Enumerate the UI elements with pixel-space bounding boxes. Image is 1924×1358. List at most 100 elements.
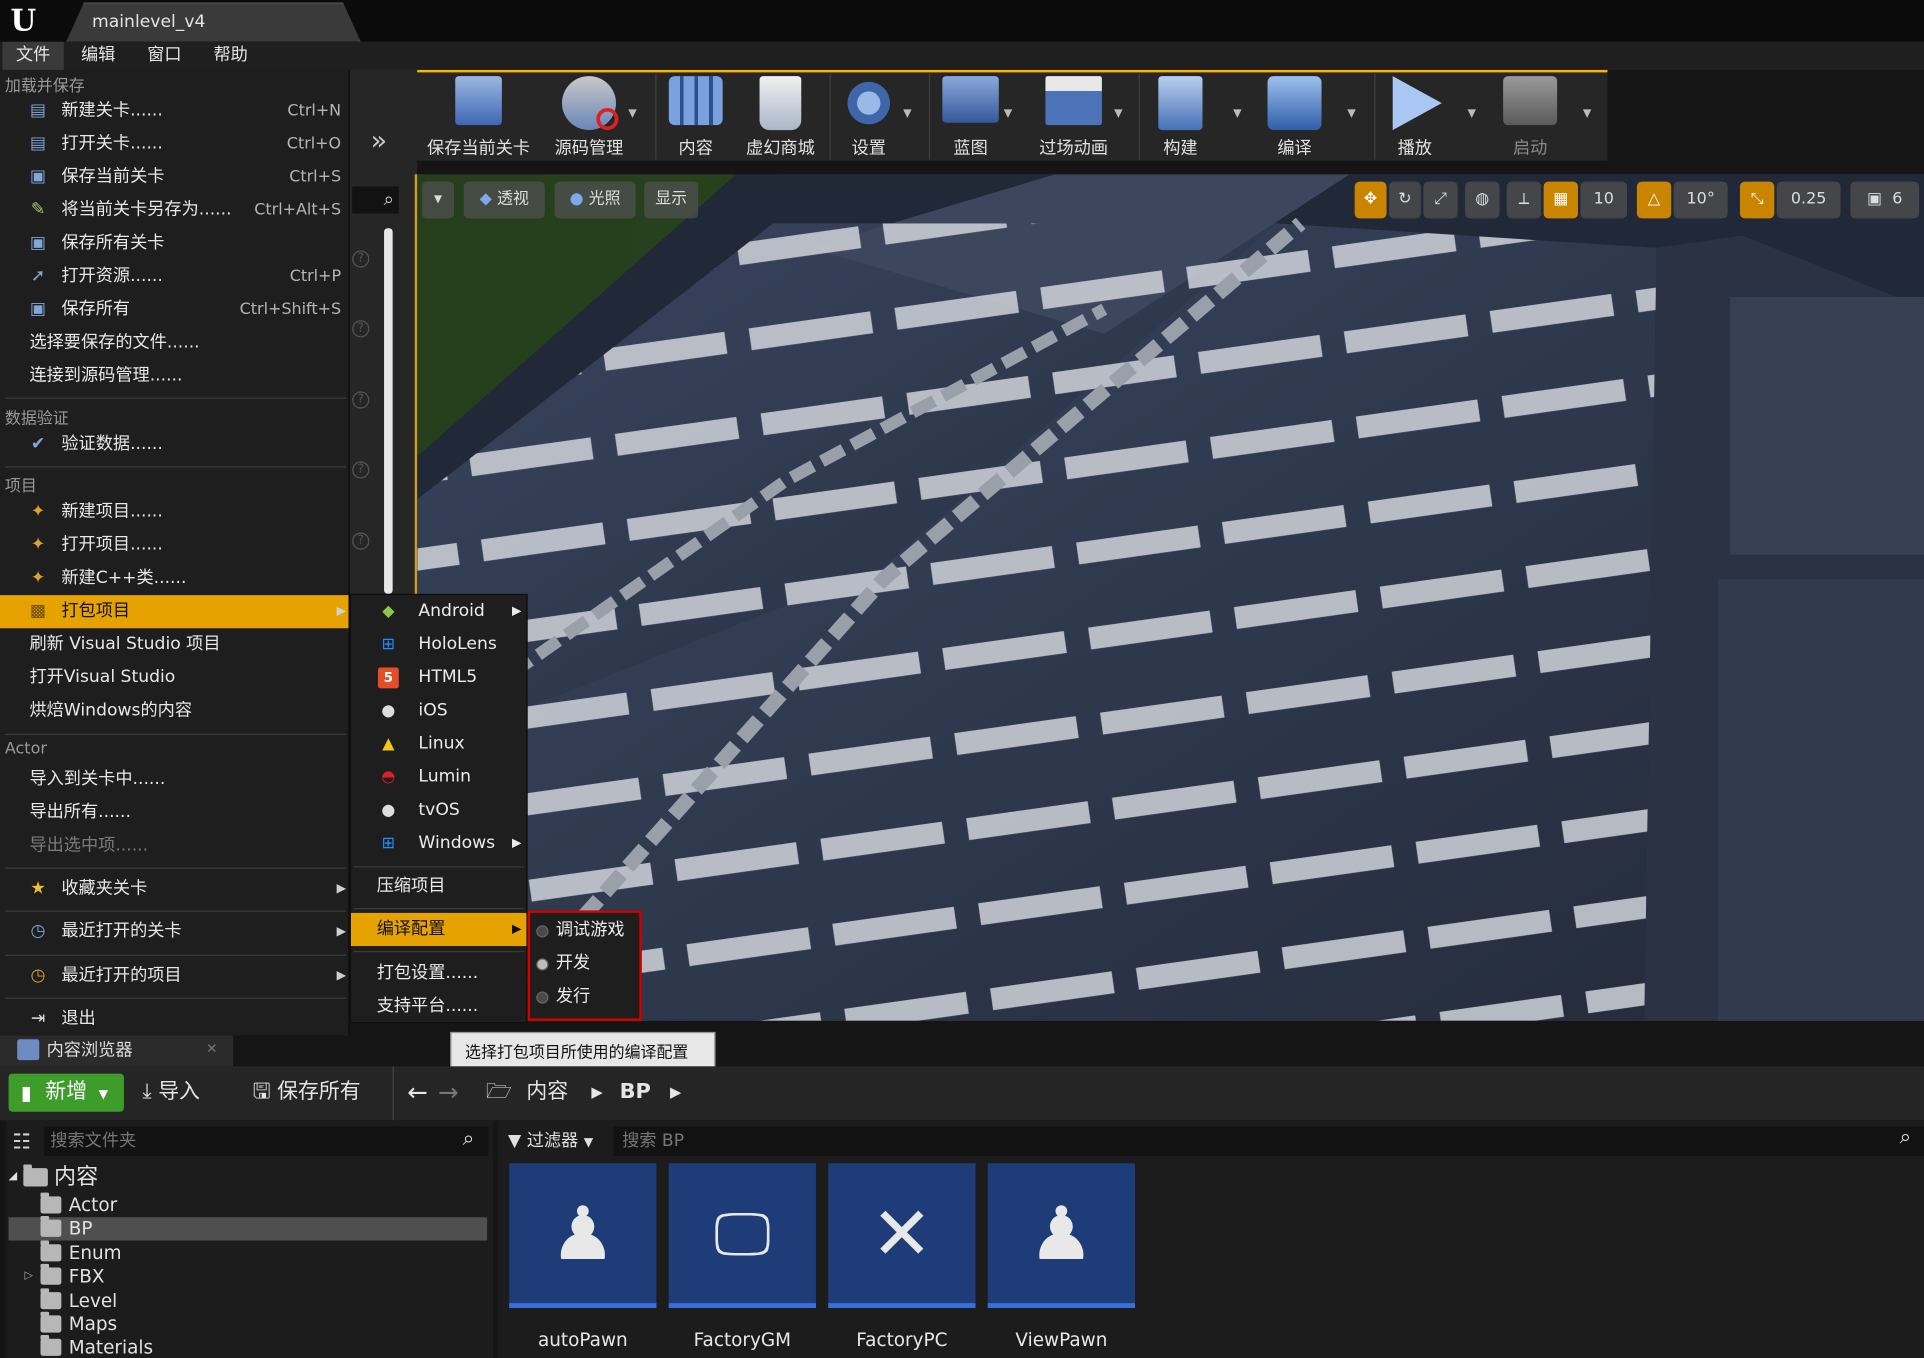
menu-help[interactable]: 帮助: [200, 42, 261, 70]
menu-item-validate-data[interactable]: ✔ 验证数据......: [0, 428, 348, 461]
forward-arrow-icon[interactable]: →: [438, 1074, 459, 1112]
translate-tool-icon[interactable]: ✥: [1354, 181, 1387, 219]
expand-arrow-icon[interactable]: ▷: [25, 1265, 33, 1288]
chevron-down-icon[interactable]: ▼: [628, 108, 636, 120]
launch-button[interactable]: 启动 ▼: [1492, 74, 1591, 162]
blueprints-button[interactable]: 蓝图 ▼: [933, 74, 1012, 162]
play-button[interactable]: 播放 ▼: [1377, 74, 1476, 162]
content-button[interactable]: 内容: [658, 74, 734, 162]
tree-folder-materials[interactable]: Materials: [9, 1335, 488, 1358]
platform-windows[interactable]: ⊞ Windows ▶: [351, 827, 526, 860]
platform-tvos[interactable]: ● tvOS: [351, 794, 526, 827]
asset-tile-autopawn[interactable]: ♟: [509, 1163, 657, 1309]
help-icon[interactable]: ?: [352, 391, 370, 409]
search-folders-input[interactable]: 搜索文件夹: [44, 1126, 489, 1156]
chevron-down-icon[interactable]: ▼: [1583, 108, 1591, 120]
modes-scrollbar[interactable]: [384, 228, 393, 594]
lit-button[interactable]: ● 光照: [554, 181, 636, 219]
menu-item-recent-levels[interactable]: ◷ 最近打开的关卡 ▶: [0, 915, 348, 948]
menu-item-save-all[interactable]: ▣ 保存所有 Ctrl+Shift+S: [0, 293, 348, 326]
menu-item-build-configuration[interactable]: 编译配置 ▶: [350, 912, 527, 947]
menu-item-package-project[interactable]: ▩ 打包项目 ▶: [0, 595, 349, 629]
menu-item-import-into-level[interactable]: 导入到关卡中......: [0, 763, 348, 796]
modes-search[interactable]: ⌕: [352, 186, 399, 214]
rotate-tool-icon[interactable]: ↻: [1389, 181, 1421, 219]
build-button[interactable]: 构建 ▼: [1141, 74, 1242, 162]
asset-tile-factorypc[interactable]: ✕: [828, 1163, 976, 1309]
menu-item-open-project[interactable]: ✦ 打开项目......: [0, 529, 348, 562]
help-icon[interactable]: ?: [352, 250, 370, 268]
tree-folder-enum[interactable]: Enum: [9, 1240, 488, 1265]
tree-folder-actor[interactable]: Actor: [9, 1192, 488, 1217]
build-config-development[interactable]: 开发: [530, 947, 639, 980]
menu-item-open-level[interactable]: ▤ 打开关卡...... Ctrl+O: [0, 128, 348, 161]
search-assets-input[interactable]: 搜索 BP: [613, 1126, 1924, 1156]
breadcrumb-content[interactable]: 内容: [526, 1074, 568, 1112]
back-arrow-icon[interactable]: ←: [407, 1074, 428, 1112]
help-icon[interactable]: ?: [352, 532, 370, 550]
marketplace-button[interactable]: 虚幻商城: [736, 74, 824, 162]
perspective-button[interactable]: ◆ 透视: [463, 181, 545, 219]
world-local-icon[interactable]: ◍: [1465, 181, 1500, 219]
help-icon[interactable]: ?: [352, 320, 370, 338]
platform-hololens[interactable]: ⊞ HoloLens: [351, 628, 526, 661]
build-config-shipping[interactable]: 发行: [530, 980, 639, 1013]
menu-item-export-selected[interactable]: 导出选中项......: [0, 829, 348, 862]
filters-button[interactable]: ▼ 过滤器 ▼: [508, 1126, 606, 1155]
menu-item-save-current-as[interactable]: ✎ 将当前关卡另存为...... Ctrl+Alt+S: [0, 194, 348, 227]
menu-item-refresh-vs-project[interactable]: 刷新 Visual Studio 项目: [0, 628, 348, 661]
add-new-button[interactable]: ▮ 新增 ▼: [8, 1073, 124, 1112]
menu-item-open-asset[interactable]: ➚ 打开资源...... Ctrl+P: [0, 260, 348, 293]
menu-file[interactable]: 文件: [2, 41, 64, 70]
viewport-options-button[interactable]: ▾: [422, 181, 455, 219]
close-icon[interactable]: ✕: [206, 1041, 217, 1057]
platform-lumin[interactable]: ◓ Lumin: [351, 761, 526, 794]
menu-item-export-all[interactable]: 导出所有......: [0, 796, 348, 829]
grid-snap-value[interactable]: 10: [1580, 181, 1628, 219]
breadcrumb-bp[interactable]: BP: [620, 1074, 651, 1112]
tree-folder-maps[interactable]: Maps: [9, 1311, 488, 1336]
grid-snap-icon[interactable]: ▦: [1543, 181, 1578, 219]
chevron-down-icon[interactable]: ▼: [1347, 108, 1355, 120]
menu-edit[interactable]: 编辑: [67, 42, 128, 70]
chevron-down-icon[interactable]: ▼: [1004, 108, 1012, 120]
menu-item-save-all-levels[interactable]: ▣ 保存所有关卡: [0, 227, 348, 260]
menu-item-new-project[interactable]: ✦ 新建项目......: [0, 496, 348, 529]
show-button[interactable]: 显示: [644, 181, 699, 219]
tree-folder-bp[interactable]: BP: [8, 1215, 488, 1241]
rotation-snap-icon[interactable]: △: [1636, 181, 1672, 219]
asset-tile-viewpawn[interactable]: ♟: [987, 1163, 1136, 1309]
level-viewport[interactable]: [414, 174, 1924, 1021]
breadcrumb-arrow-icon[interactable]: ▶: [591, 1074, 602, 1112]
menu-item-cook-windows[interactable]: 烘焙Windows的内容: [0, 695, 348, 728]
source-control-button[interactable]: 源码管理 ▼: [542, 74, 637, 162]
menu-item-packaging-settings[interactable]: 打包设置......: [351, 957, 526, 990]
menu-item-exit[interactable]: ⇥ 退出: [0, 1002, 348, 1035]
menu-window[interactable]: 窗口: [134, 42, 195, 70]
settings-button[interactable]: 设置 ▼: [832, 74, 912, 162]
platform-ios[interactable]: ● iOS: [351, 695, 526, 728]
menu-item-recent-projects[interactable]: ◷ 最近打开的项目 ▶: [0, 960, 348, 993]
menu-item-connect-source-control[interactable]: 连接到源码管理......: [0, 360, 348, 393]
build-config-debug-game[interactable]: 调试游戏: [530, 914, 639, 947]
rotation-snap-value[interactable]: 10°: [1673, 181, 1728, 219]
save-all-button[interactable]: 🖫 保存所有: [253, 1074, 361, 1112]
tree-folder-level[interactable]: Level: [9, 1288, 488, 1313]
scale-snap-icon[interactable]: ⤡: [1739, 181, 1775, 219]
chevron-down-icon[interactable]: ▼: [1114, 108, 1122, 120]
menu-item-save-current-level[interactable]: ▣ 保存当前关卡 Ctrl+S: [0, 161, 348, 194]
chevron-down-icon[interactable]: ▼: [903, 108, 911, 120]
menu-item-new-level[interactable]: ▤ 新建关卡...... Ctrl+N: [0, 94, 348, 127]
expand-arrow-icon[interactable]: ◢: [9, 1166, 17, 1189]
level-tab[interactable]: mainlevel_v4: [66, 2, 361, 42]
import-button[interactable]: ⤓ 导入: [142, 1074, 200, 1112]
surface-snap-icon[interactable]: ⟂: [1506, 181, 1542, 219]
help-icon[interactable]: ?: [352, 461, 370, 479]
scale-tool-icon[interactable]: ⤢: [1423, 181, 1458, 219]
menu-item-open-visual-studio[interactable]: 打开Visual Studio: [0, 661, 348, 694]
compile-button[interactable]: 编译 ▼: [1254, 74, 1356, 162]
menu-item-choose-files-to-save[interactable]: 选择要保存的文件......: [0, 326, 348, 359]
menu-item-compress-project[interactable]: 压缩项目: [351, 870, 526, 903]
scale-snap-value[interactable]: 0.25: [1776, 181, 1841, 219]
expand-chevron-icon[interactable]: »: [371, 126, 388, 157]
